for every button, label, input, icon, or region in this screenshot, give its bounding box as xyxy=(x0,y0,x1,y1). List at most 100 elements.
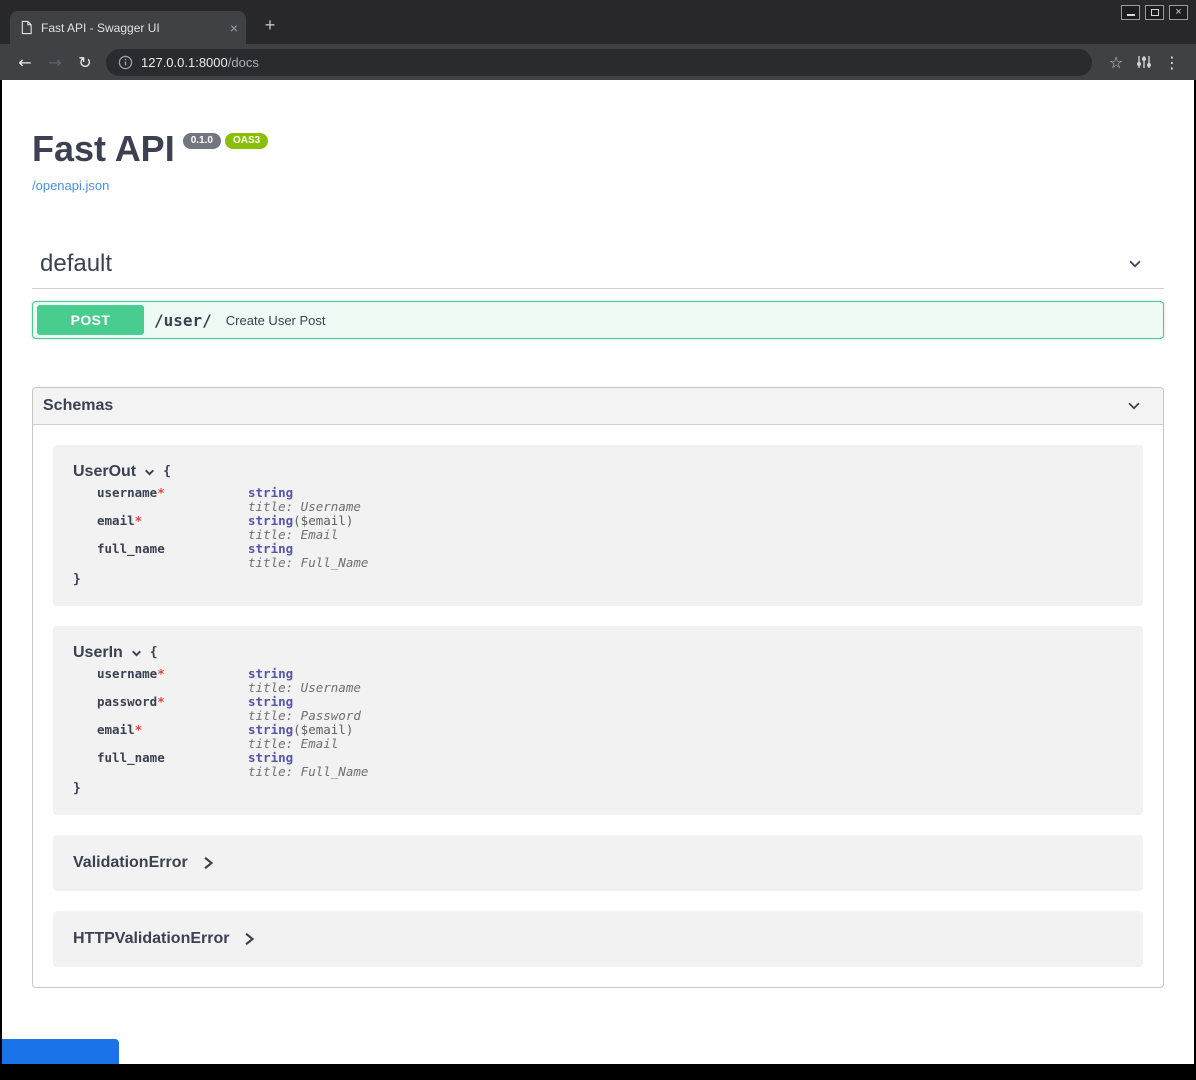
reload-button[interactable]: ↻ xyxy=(70,53,100,72)
openapi-spec-link[interactable]: /openapi.json xyxy=(32,178,109,193)
chevron-down-icon[interactable] xyxy=(130,647,143,660)
property-type: string xyxy=(248,666,293,681)
property-title: title: Full_Name xyxy=(248,765,368,779)
close-button[interactable]: × xyxy=(1169,5,1188,20)
property-row: full_name string title: Full_Name xyxy=(97,542,1123,570)
property-format: ($email) xyxy=(293,513,353,528)
schemas-section: Schemas UserOut { xyxy=(32,387,1164,988)
operation-summary: Create User Post xyxy=(226,313,326,328)
property-type: string xyxy=(248,541,293,556)
close-icon: × xyxy=(1175,7,1181,18)
property-row: password* string title: Password xyxy=(97,695,1123,723)
page-favicon-icon xyxy=(20,20,33,35)
model-userin-header[interactable]: UserIn { xyxy=(73,644,1123,662)
schemas-body: UserOut { username* string ti xyxy=(33,425,1163,987)
property-name: username xyxy=(97,485,157,500)
model-userout: UserOut { username* string ti xyxy=(53,445,1143,606)
brace-close: } xyxy=(73,572,81,587)
model-userout-header[interactable]: UserOut { xyxy=(73,463,1123,481)
sliders-icon[interactable] xyxy=(1130,54,1158,70)
required-star: * xyxy=(157,485,165,500)
site-info-icon[interactable] xyxy=(118,55,133,70)
model-userin: UserIn { username* string tit xyxy=(53,626,1143,815)
chevron-right-icon[interactable] xyxy=(243,932,255,946)
tag-title: default xyxy=(40,250,112,278)
maximize-button[interactable] xyxy=(1145,5,1164,20)
property-format: ($email) xyxy=(293,722,353,737)
model-httpvalidationerror[interactable]: HTTPValidationError xyxy=(53,911,1143,967)
property-name: full_name xyxy=(97,750,165,765)
property-type: string xyxy=(248,485,293,500)
status-bubble xyxy=(2,1039,119,1064)
chevron-right-icon[interactable] xyxy=(202,856,214,870)
property-type: string xyxy=(248,694,293,709)
property-name: password xyxy=(97,694,157,709)
url-host: 127.0.0.1:8000 xyxy=(141,55,228,70)
property-row: username* string title: Username xyxy=(97,667,1123,695)
version-badge: 0.1.0 xyxy=(183,133,221,149)
browser-tab[interactable]: Fast API - Swagger UI × xyxy=(10,11,246,44)
required-star: * xyxy=(135,722,143,737)
property-name: username xyxy=(97,666,157,681)
property-type: string xyxy=(248,750,293,765)
navigation-bar: ← → ↻ 127.0.0.1:8000/docs ☆ ⋮ xyxy=(0,44,1196,80)
model-name: UserIn xyxy=(73,644,123,662)
chevron-down-icon[interactable] xyxy=(1124,253,1146,275)
property-title: title: Full_Name xyxy=(248,556,368,570)
required-star: * xyxy=(157,666,165,681)
tab-title: Fast API - Swagger UI xyxy=(41,21,224,35)
property-title: title: Email xyxy=(248,737,353,751)
model-name: ValidationError xyxy=(73,854,188,872)
property-title: title: Username xyxy=(248,681,361,695)
property-title: title: Password xyxy=(248,709,361,723)
api-info: Fast API 0.1.0 OAS3 xyxy=(32,128,1164,170)
property-name: email xyxy=(97,722,135,737)
operation-path: /user/ xyxy=(154,311,212,330)
property-row: email* string($email) title: Email xyxy=(97,723,1123,751)
required-star: * xyxy=(157,694,165,709)
property-title: title: Username xyxy=(248,500,361,514)
window-controls: × xyxy=(1121,5,1188,20)
new-tab-button[interactable]: + xyxy=(260,16,280,34)
brace-open: { xyxy=(163,465,171,479)
titlebar: Fast API - Swagger UI × + × xyxy=(0,0,1196,44)
menu-icon[interactable]: ⋮ xyxy=(1158,53,1186,72)
chevron-down-icon[interactable] xyxy=(1123,395,1145,417)
forward-button[interactable]: → xyxy=(40,53,70,72)
property-row: full_name string title: Full_Name xyxy=(97,751,1123,779)
property-list: username* string title: Username passwor… xyxy=(97,667,1123,779)
property-row: email* string($email) title: Email xyxy=(97,514,1123,542)
tag-section-default[interactable]: default xyxy=(32,250,1164,289)
version-badges: 0.1.0 OAS3 xyxy=(183,133,268,149)
model-name: UserOut xyxy=(73,463,136,481)
url-path: /docs xyxy=(228,55,259,70)
required-star: * xyxy=(135,513,143,528)
address-bar[interactable]: 127.0.0.1:8000/docs xyxy=(106,49,1092,76)
model-validationerror[interactable]: ValidationError xyxy=(53,835,1143,891)
minimize-icon xyxy=(1127,14,1135,16)
model-name: HTTPValidationError xyxy=(73,930,229,948)
tab-close-icon[interactable]: × xyxy=(230,21,238,35)
schemas-header[interactable]: Schemas xyxy=(33,388,1163,425)
minimize-button[interactable] xyxy=(1121,5,1140,20)
post-user-operation[interactable]: POST /user/ Create User Post xyxy=(32,301,1164,339)
chevron-down-icon[interactable] xyxy=(143,466,156,479)
property-list: username* string title: Username email* … xyxy=(97,486,1123,570)
oas-badge: OAS3 xyxy=(225,133,268,149)
property-name: full_name xyxy=(97,541,165,556)
property-title: title: Email xyxy=(248,528,353,542)
schemas-title: Schemas xyxy=(43,397,113,415)
back-button[interactable]: ← xyxy=(10,53,40,72)
swagger-page: Fast API 0.1.0 OAS3 /openapi.json defaul… xyxy=(2,80,1194,1064)
maximize-icon xyxy=(1151,9,1159,16)
page-title: Fast API xyxy=(32,128,175,170)
property-type: string xyxy=(248,722,293,737)
brace-open: { xyxy=(150,646,158,660)
brace-close: } xyxy=(73,781,81,796)
property-name: email xyxy=(97,513,135,528)
property-row: username* string title: Username xyxy=(97,486,1123,514)
bookmark-star-icon[interactable]: ☆ xyxy=(1102,53,1130,72)
property-type: string xyxy=(248,513,293,528)
browser-window: Fast API - Swagger UI × + × ← → ↻ 127.0.… xyxy=(0,0,1196,1064)
method-badge: POST xyxy=(37,305,144,335)
